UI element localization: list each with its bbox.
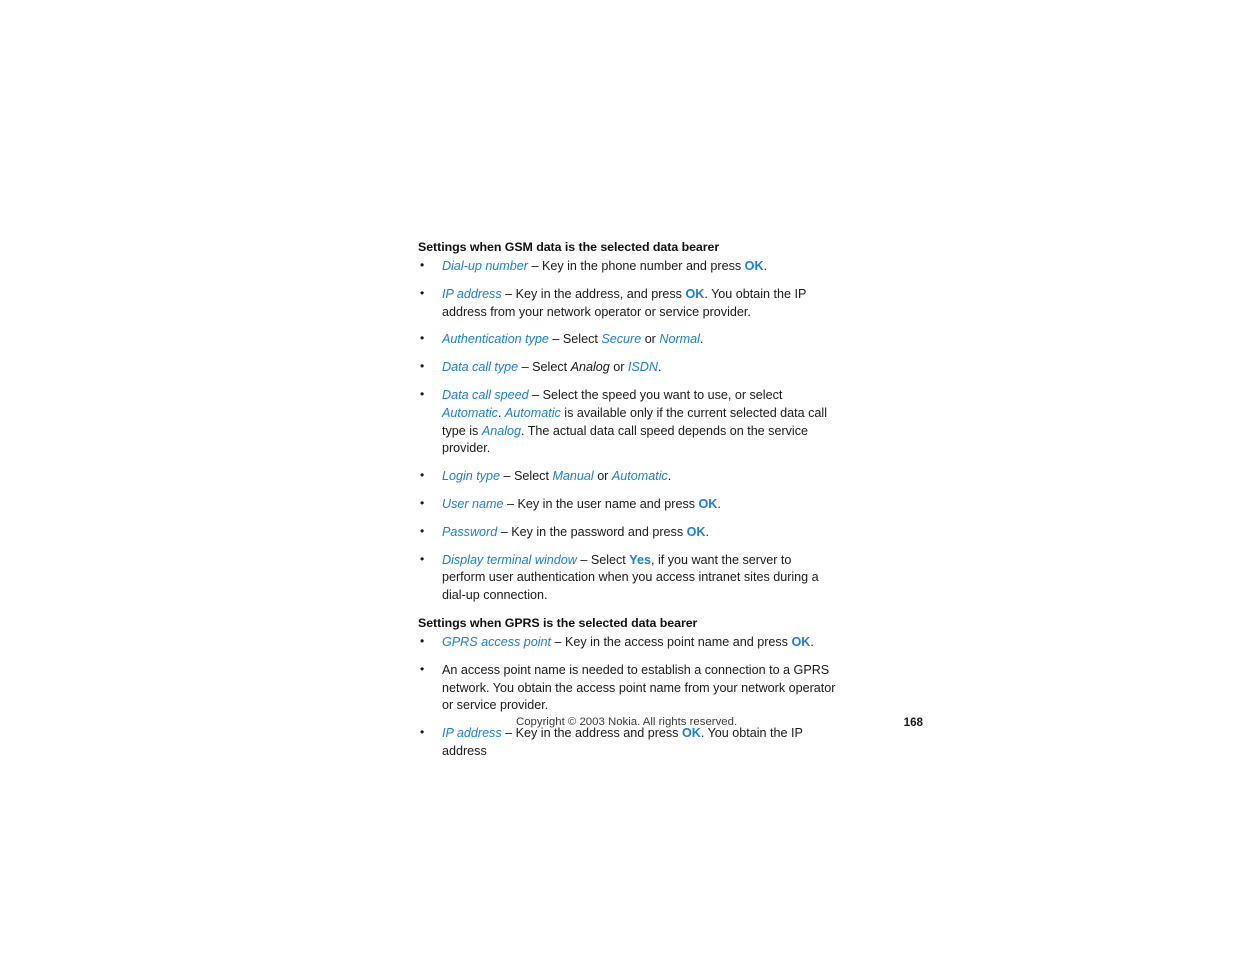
body-text: . — [699, 332, 704, 347]
list-item-ip-address: IP address – Key in the address, and pre… — [418, 285, 836, 322]
body-text: Key in the access point name and press — [565, 634, 792, 649]
body-text: Key in the user name and press — [517, 496, 699, 511]
setting-term: Password — [442, 524, 498, 539]
body-text: Select — [590, 552, 630, 567]
section-heading-gprs: Settings when GPRS is the selected data … — [418, 615, 698, 630]
body-text: Key in the password and press — [511, 524, 687, 539]
list-item-login-type: Login type – Select Manual or Automatic. — [418, 467, 836, 486]
list-item-data-call-type: Data call type – Select Analog or ISDN. — [418, 358, 836, 377]
list-item-display-terminal-window: Display terminal window – Select Yes, if… — [418, 551, 836, 605]
setting-value: Analog — [570, 360, 610, 375]
setting-value: Automatic — [504, 405, 561, 420]
setting-term: Display terminal window — [442, 552, 577, 567]
body-text: . — [657, 360, 662, 375]
body-text: Key in the phone number and press — [541, 259, 745, 273]
dash: – — [500, 469, 515, 484]
key-label: Yes — [629, 552, 651, 567]
body-text: . — [810, 634, 814, 649]
setting-value: Manual — [552, 469, 594, 484]
setting-term: Data call speed — [442, 387, 529, 402]
setting-term: Authentication type — [442, 332, 549, 347]
list-item-user-name: User name – Key in the user name and pre… — [418, 495, 836, 514]
body-text: . — [763, 259, 768, 273]
body-text: An access point name is needed to establ… — [442, 662, 836, 713]
list-item-gprs-access-point: GPRS access point – Key in the access po… — [418, 633, 836, 652]
list-item-authentication-type: Authentication type – Select Secure or N… — [418, 330, 836, 349]
dash: – — [576, 552, 591, 567]
body-text: Select — [514, 469, 553, 484]
body-text: Select — [532, 360, 571, 375]
dash: – — [528, 387, 543, 402]
list-item-password: Password – Key in the password and press… — [418, 523, 836, 542]
setting-value: Secure — [601, 332, 642, 347]
setting-term: User name — [442, 496, 504, 511]
page-number: 168 — [903, 716, 923, 729]
setting-term: Data call type — [442, 360, 519, 375]
body-text: or — [593, 469, 612, 484]
setting-term: Dial-up number — [442, 259, 528, 273]
section-heading-gsm: Settings when GSM data is the selected d… — [418, 240, 720, 254]
key-label: OK — [686, 524, 706, 539]
setting-value: Analog — [481, 423, 521, 438]
body-text: Select the speed you want to use, or sel… — [542, 387, 783, 402]
dash: – — [518, 360, 533, 375]
dash: – — [501, 286, 516, 301]
body-text: . — [497, 405, 505, 420]
list-item-dial-up-number: Dial-up number – Key in the phone number… — [418, 257, 836, 276]
copyright-notice: Copyright © 2003 Nokia. All rights reser… — [516, 716, 738, 728]
dash: – — [551, 634, 566, 649]
bullet-list-gprs: GPRS access point – Key in the access po… — [418, 633, 836, 761]
dash: – — [548, 332, 563, 347]
setting-value: Normal — [659, 332, 700, 347]
body-text: . — [717, 496, 721, 511]
body-text: Select — [562, 332, 602, 347]
key-label: OK — [744, 259, 764, 273]
setting-value: Automatic — [442, 405, 498, 420]
setting-value: Automatic — [611, 469, 668, 484]
key-label: OK — [791, 634, 811, 649]
list-item-data-call-speed: Data call speed – Select the speed you w… — [418, 386, 836, 458]
body-text: . — [705, 524, 710, 539]
body-text: Key in the address, and press — [515, 286, 686, 301]
page-footer: Copyright © 2003 Nokia. All rights reser… — [418, 716, 923, 734]
dash: – — [497, 524, 512, 539]
body-text: . — [667, 469, 672, 484]
dash: – — [527, 259, 542, 273]
dash: – — [503, 496, 518, 511]
setting-term: Login type — [442, 469, 501, 484]
setting-term: GPRS access point — [442, 634, 552, 649]
key-label: OK — [698, 496, 718, 511]
setting-value: ISDN — [627, 360, 658, 375]
page-content: Settings when GSM data is the selected d… — [418, 240, 836, 761]
key-label: OK — [685, 286, 705, 301]
list-item-access-point-note: An access point name is needed to establ… — [418, 661, 836, 715]
body-text: or — [609, 360, 628, 375]
bullet-list-gsm: Dial-up number – Key in the phone number… — [418, 257, 836, 605]
body-text: or — [641, 332, 660, 347]
setting-term: IP address — [442, 286, 502, 301]
